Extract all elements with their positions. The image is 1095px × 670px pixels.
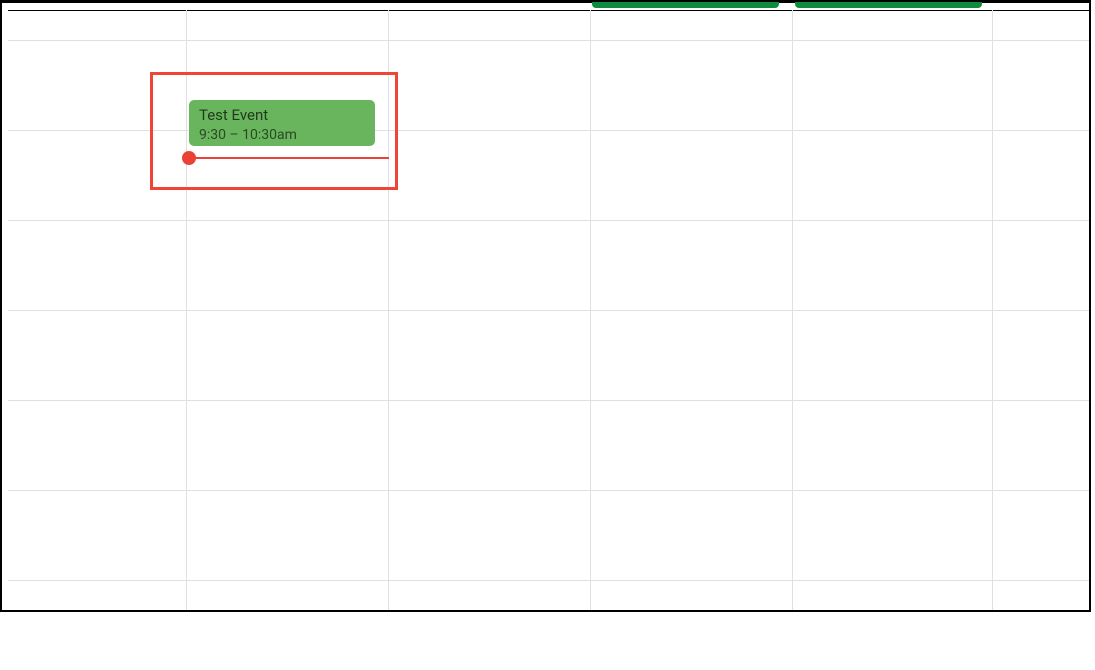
hour-row[interactable] [8,580,1089,670]
header-event-chip[interactable] [795,2,982,8]
current-time-dot [182,151,196,165]
day-column[interactable] [388,10,389,610]
event-title: Test Event [199,106,365,124]
calendar-grid[interactable] [8,10,1089,610]
hour-row[interactable] [8,220,1089,310]
header-event-chip[interactable] [592,2,779,8]
event-time: 9:30 – 10:30am [199,126,365,144]
day-column[interactable] [792,10,793,610]
calendar-frame: Test Event 9:30 – 10:30am [0,0,1091,612]
day-column[interactable] [992,10,993,610]
calendar-event[interactable]: Test Event 9:30 – 10:30am [189,100,375,146]
hour-row[interactable] [8,40,1089,130]
hour-row[interactable] [8,310,1089,400]
hour-row[interactable] [8,490,1089,580]
day-column[interactable] [186,10,187,610]
hour-row[interactable] [8,400,1089,490]
hour-row[interactable] [8,130,1089,220]
current-time-line [189,157,389,159]
day-column[interactable] [590,10,591,610]
